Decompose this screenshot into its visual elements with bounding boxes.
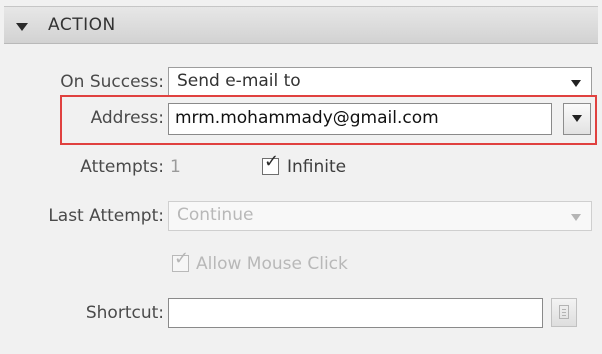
last-attempt-select[interactable]: Continue — [168, 201, 592, 231]
attempts-value[interactable]: 1 — [170, 157, 181, 177]
allow-mouse-click-checkbox[interactable]: ✓ — [172, 250, 189, 272]
checkmark-icon: ✓ — [174, 248, 190, 269]
section-title: ACTION — [48, 15, 116, 35]
action-panel: ACTION On Success: Send e-mail to Addres… — [0, 0, 602, 354]
infinite-label: Infinite — [287, 157, 347, 177]
last-attempt-label: Last Attempt: — [48, 206, 164, 226]
address-input[interactable]: mrm.mohammady@gmail.com — [168, 103, 552, 135]
address-value: mrm.mohammady@gmail.com — [175, 108, 439, 128]
shortcut-label: Shortcut: — [85, 303, 164, 323]
chevron-down-icon — [572, 115, 582, 122]
on-success-label: On Success: — [60, 72, 164, 92]
checkmark-icon: ✓ — [264, 151, 280, 172]
shortcut-input[interactable] — [168, 298, 543, 328]
attempts-label: Attempts: — [80, 157, 164, 177]
address-dropdown-button[interactable] — [563, 103, 591, 135]
chevron-down-icon — [571, 214, 581, 221]
chevron-down-icon — [571, 80, 581, 87]
allow-mouse-click-label: Allow Mouse Click — [196, 254, 348, 274]
address-label: Address: — [90, 108, 164, 128]
section-header[interactable]: ACTION — [4, 6, 598, 44]
shortcut-clear-button[interactable] — [551, 298, 577, 327]
collapse-arrow-icon[interactable] — [16, 23, 28, 31]
infinite-checkbox[interactable]: ✓ — [262, 153, 279, 175]
on-success-select[interactable]: Send e-mail to — [168, 67, 592, 97]
document-icon — [559, 305, 569, 319]
on-success-value: Send e-mail to — [177, 71, 301, 91]
last-attempt-value: Continue — [177, 205, 254, 225]
